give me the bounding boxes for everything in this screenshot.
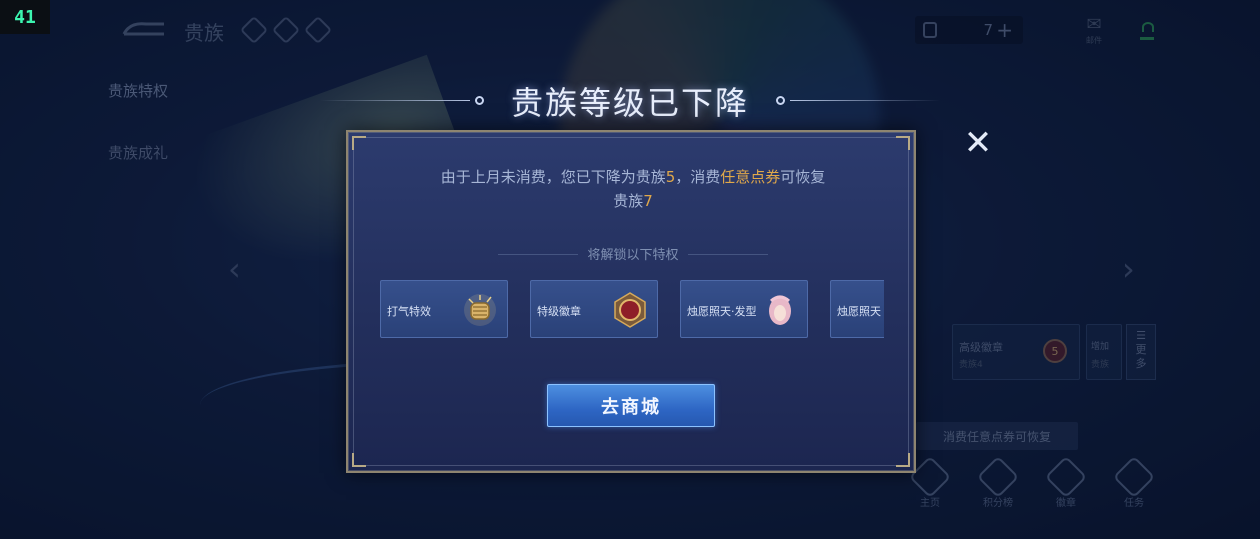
fist-icon xyxy=(464,294,496,326)
downgrade-dialog: 由于上月未消费，您已下降为贵族5，消费任意点券可恢复 贵族7 将解锁以下特权 打… xyxy=(346,130,916,473)
highlight-text: 任意点券 xyxy=(720,168,781,186)
unlock-section-header: 将解锁以下特权 xyxy=(478,244,788,264)
title-ornament-right xyxy=(776,96,785,105)
perk-card[interactable]: 特级徽章 xyxy=(530,280,658,338)
perk-card[interactable]: 烛愿照天 xyxy=(830,280,884,338)
restore-level: 7 xyxy=(643,192,653,210)
close-icon[interactable]: ✕ xyxy=(962,126,994,160)
perk-card[interactable]: 烛愿照天·发型 xyxy=(680,280,808,338)
title-ornament-left xyxy=(475,96,484,105)
corner-ornament xyxy=(352,136,366,150)
corner-ornament xyxy=(896,453,910,467)
message-text: 由于上月未消费，您已下降为贵族 xyxy=(440,168,666,186)
hairstyle-icon xyxy=(769,295,791,325)
perk-label: 烛愿照天·发型 xyxy=(687,305,757,318)
message-text: ，消费 xyxy=(675,168,721,186)
message-text: 可恢复 xyxy=(780,168,826,186)
perk-card[interactable]: 打气特效 xyxy=(380,280,508,338)
perk-label: 烛愿照天 xyxy=(837,305,881,318)
perk-list[interactable]: 打气特效 特级徽章 烛愿照天·发型 烛愿照天 xyxy=(380,280,884,340)
divider xyxy=(688,254,768,255)
corner-ornament xyxy=(896,136,910,150)
title-divider-left xyxy=(320,100,470,101)
modal-title-row: 贵族等级已下降 xyxy=(320,78,940,122)
current-level: 5 xyxy=(665,168,676,186)
message-text: 贵族 xyxy=(613,192,644,210)
downgrade-message: 由于上月未消费，您已下降为贵族5，消费任意点券可恢复 贵族7 xyxy=(388,165,878,213)
perk-label: 特级徽章 xyxy=(537,305,581,318)
perk-label: 打气特效 xyxy=(387,305,431,318)
divider xyxy=(498,254,578,255)
go-to-shop-button[interactable]: 去商城 xyxy=(547,384,715,427)
medal-icon xyxy=(614,292,646,328)
title-divider-right xyxy=(790,100,940,101)
status-badge: 41 xyxy=(0,0,50,34)
unlock-header-text: 将解锁以下特权 xyxy=(587,248,679,263)
corner-ornament xyxy=(352,453,366,467)
modal-title: 贵族等级已下降 xyxy=(510,84,749,122)
